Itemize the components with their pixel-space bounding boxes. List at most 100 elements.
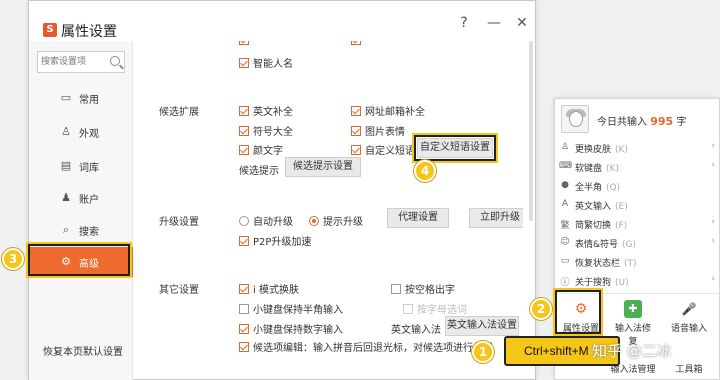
chevron-right-icon: › xyxy=(711,217,715,227)
checkbox[interactable] xyxy=(391,283,401,294)
user-icon: ♟ xyxy=(61,191,71,204)
sidebar-item-label: 常用 xyxy=(79,95,99,106)
settings-window: S 属性设置 ? — ✕ ▭ 常用 ♙ 外观 ▤ 词库 ♟ 账户 ⌕ 搜索 xyxy=(28,0,536,380)
close-button[interactable]: ✕ xyxy=(513,15,531,31)
checkbox[interactable] xyxy=(351,125,361,136)
search-input[interactable] xyxy=(38,52,106,72)
menu-shortcut: (Q) xyxy=(606,183,621,193)
repair-icon: ✚ xyxy=(624,300,642,318)
minimize-button[interactable]: — xyxy=(485,15,503,31)
checkbox-kaomoji[interactable]: 颜文字 xyxy=(239,142,283,157)
statusbar-icon: ▭ xyxy=(560,256,570,266)
radio-button[interactable] xyxy=(309,215,319,226)
microphone-icon: 🎤 xyxy=(681,302,697,316)
radio-prompt-upgrade[interactable]: 提示升级 xyxy=(309,213,363,228)
radio-button[interactable] xyxy=(239,215,249,226)
checkbox-symbols[interactable]: 符号大全 xyxy=(239,123,293,138)
info-icon: ⓘ xyxy=(560,278,570,288)
checkbox-english-complete[interactable]: 英文补全 xyxy=(239,103,293,118)
step-badge-2: 2 xyxy=(530,298,552,320)
checkbox[interactable] xyxy=(351,144,361,155)
checkbox[interactable] xyxy=(351,105,361,116)
step-badge-3: 3 xyxy=(2,248,24,270)
menu-item-english-input[interactable]: A 英文输入 (E) xyxy=(555,196,720,215)
menu-label: 表情&符号 xyxy=(575,240,619,250)
checkbox-candidate-edit[interactable]: 候选项编辑：输入拼音后回退光标，对候选项进行编辑 xyxy=(239,339,493,354)
bottom-label: 输入法管理 xyxy=(610,365,656,375)
step-badge-4: 4 xyxy=(414,160,436,182)
checkbox[interactable] xyxy=(239,341,249,352)
checkbox[interactable] xyxy=(239,283,249,294)
sidebar-item-account[interactable]: ♟ 账户 xyxy=(29,183,133,213)
chevron-right-icon: › xyxy=(711,141,715,151)
checkbox[interactable] xyxy=(239,323,249,334)
checkbox-i-mode-skin[interactable]: i 模式换肤 xyxy=(239,281,299,296)
checkbox[interactable] xyxy=(239,125,249,136)
checkbox[interactable] xyxy=(239,41,249,45)
radio-auto-upgrade[interactable]: 自动升级 xyxy=(239,213,293,228)
menu-shortcut: (K) xyxy=(606,164,619,174)
title-bar: S 属性设置 ? — ✕ xyxy=(29,1,535,41)
checkbox-custom-phrase[interactable]: 自定义短语 xyxy=(351,142,415,157)
menu-shortcut: (K) xyxy=(615,145,628,155)
search-box[interactable] xyxy=(37,51,125,73)
avatar[interactable] xyxy=(561,105,589,133)
highlight-box xyxy=(412,133,498,163)
restore-defaults-link[interactable]: 恢复本页默认设置 xyxy=(43,343,123,358)
menu-item-about[interactable]: ⓘ 关于搜狗 (U) › xyxy=(555,272,720,291)
checkbox[interactable] xyxy=(239,235,249,246)
checkbox[interactable] xyxy=(239,105,249,116)
candidate-hint-settings-button[interactable]: 候选提示设置 xyxy=(285,157,361,177)
checkbox-image-emoji[interactable]: 图片表情 xyxy=(351,123,405,138)
panel-menu: ♙ 更换皮肤 (K) › ⌨ 软键盘 (K) › ● 全半角 (Q) A 英文输入 (E… xyxy=(555,139,720,291)
upgrade-now-button[interactable]: 立即升级 xyxy=(469,208,523,228)
menu-item-full-half[interactable]: ● 全半角 (Q) xyxy=(555,177,720,196)
sidebar-item-appearance[interactable]: ♙ 外观 xyxy=(29,117,133,147)
partial-top-row xyxy=(239,41,253,45)
menu-shortcut: (G) xyxy=(622,240,637,250)
checkbox[interactable] xyxy=(239,303,249,314)
english-method-settings-button[interactable]: 英文输入法设置 xyxy=(445,316,519,336)
sidebar: ▭ 常用 ♙ 外观 ▤ 词库 ♟ 账户 ⌕ 搜索 ⚙ 高级 恢复本页默认设置 xyxy=(29,41,133,380)
search-icon[interactable] xyxy=(110,56,120,66)
today-suffix: 字 xyxy=(676,117,687,128)
checkbox-numpad-halfwidth[interactable]: 小键盘保持半角输入 xyxy=(239,301,343,316)
smart-name-checkbox[interactable]: 智能人名 xyxy=(239,55,293,70)
menu-item-restore-statusbar[interactable]: ▭ 恢复状态栏 (T) xyxy=(555,253,720,272)
voice-input-button[interactable]: 🎤 语音输入 xyxy=(667,300,711,334)
today-count-text: 今日共输入 995 字 xyxy=(597,113,686,128)
chevron-right-icon: › xyxy=(711,160,715,170)
search-icon: ⌕ xyxy=(62,223,70,236)
checkbox-p2p-accelerate[interactable]: P2P升级加速 xyxy=(239,233,311,248)
menu-item-emoji-symbols[interactable]: ☺ 表情&符号 (G) › xyxy=(555,234,720,253)
emoji-icon: ☺ xyxy=(560,237,570,247)
sidebar-item-search[interactable]: ⌕ 搜索 xyxy=(29,215,133,245)
partial-top-row-2 xyxy=(351,41,365,45)
help-button[interactable]: ? xyxy=(455,15,473,31)
menu-label: 恢复状态栏 xyxy=(575,259,621,269)
sogou-logo-icon: S xyxy=(43,23,57,37)
toolbox-button[interactable]: 工具箱 xyxy=(667,362,711,375)
bottom-label: 语音输入 xyxy=(670,324,707,334)
checkbox-numpad-digits[interactable]: 小键盘保持数字输入 xyxy=(239,321,343,336)
keyboard-icon: ⌨ xyxy=(559,161,572,171)
checkbox[interactable] xyxy=(239,144,249,155)
menu-label: 更换皮肤 xyxy=(575,145,612,155)
menu-item-simplified-traditional[interactable]: 繁 简繁切换 (F) › xyxy=(555,215,720,234)
sidebar-item-dictionary[interactable]: ▤ 词库 xyxy=(29,151,133,181)
highlight-box xyxy=(553,288,603,336)
sidebar-item-common[interactable]: ▭ 常用 xyxy=(29,83,133,113)
monitor-icon: ▭ xyxy=(60,91,72,104)
checkbox[interactable] xyxy=(239,57,249,68)
proxy-settings-button[interactable]: 代理设置 xyxy=(387,208,449,228)
shirt-icon: ♙ xyxy=(61,125,71,138)
watermark: 知乎 @二冰 xyxy=(592,342,672,360)
scrollbar[interactable] xyxy=(529,41,533,221)
checkbox[interactable] xyxy=(351,41,361,45)
menu-item-change-skin[interactable]: ♙ 更换皮肤 (K) › xyxy=(555,139,720,158)
moon-icon: ● xyxy=(561,180,569,190)
checkbox-space-output[interactable]: 按空格出字 xyxy=(391,281,455,296)
section-title-candidate: 候选扩展 xyxy=(159,107,199,118)
checkbox-url-email-complete[interactable]: 网址邮箱补全 xyxy=(351,103,425,118)
menu-item-soft-keyboard[interactable]: ⌨ 软键盘 (K) › xyxy=(555,158,720,177)
